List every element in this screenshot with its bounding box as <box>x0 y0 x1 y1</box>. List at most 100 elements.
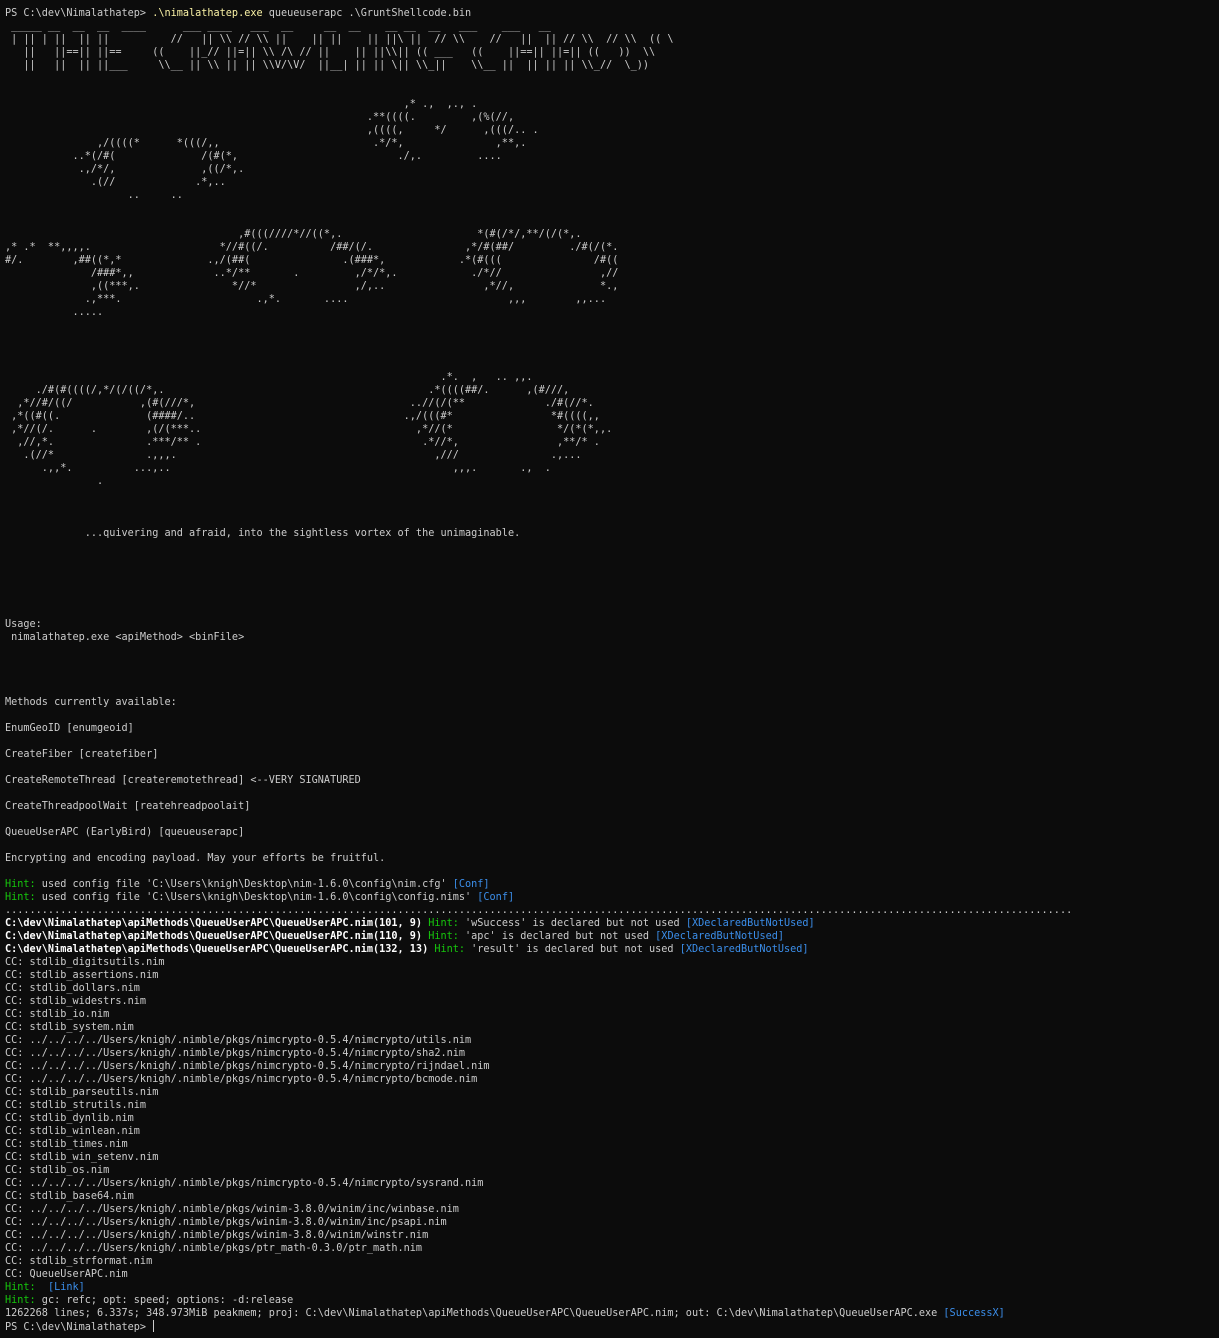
terminal-line: CC: ../../../../Users/knigh/.nimble/pkgs… <box>5 1034 1215 1047</box>
terminal-line: CC: ../../../../Users/knigh/.nimble/pkgs… <box>5 1216 1215 1229</box>
terminal-text-segment: CC: QueueUserAPC.nim <box>5 1269 128 1280</box>
text-cursor <box>153 1320 155 1332</box>
terminal-text-segment: CC: ../../../../Users/knigh/.nimble/pkgs… <box>5 1061 490 1072</box>
terminal-text-segment: ./#(#((((/,*/(/((/*,. .*((((##/. ,(#///, <box>5 385 570 396</box>
terminal-text-segment: ,#(((////*//((*,. *(#(/*/,**/(/(*,. <box>5 229 582 240</box>
terminal-text-segment: .(// .*,.. <box>5 177 226 188</box>
terminal-text-segment: [XDeclaredButNotUsed] <box>679 944 809 955</box>
terminal-text-segment: Hint: <box>428 931 459 942</box>
terminal-text-segment: Usage: <box>5 619 42 630</box>
terminal-text-segment: 'apc' is declared but not used <box>458 931 656 942</box>
terminal-line: CC: stdlib_dollars.nim <box>5 982 1215 995</box>
terminal-line: CC: ../../../../Users/knigh/.nimble/pkgs… <box>5 1177 1215 1190</box>
terminal-line: ,*//#/((/ ,(#(///*, ..//(/(** ./#(//*. <box>5 397 1215 410</box>
terminal-line: CreateRemoteThread [createremotethread] … <box>5 774 1215 787</box>
terminal-line: CC: stdlib_times.nim <box>5 1138 1215 1151</box>
terminal-text-segment: ...quivering and afraid, into the sightl… <box>5 528 521 539</box>
terminal-line: ...quivering and afraid, into the sightl… <box>5 527 1215 540</box>
terminal-text-segment: [Conf] <box>452 879 490 890</box>
terminal-line: CC: ../../../../Users/knigh/.nimble/pkgs… <box>5 1073 1215 1086</box>
terminal-text-segment: CC: stdlib_strformat.nim <box>5 1256 153 1267</box>
terminal-line: PS C:\dev\Nimalathatep> <box>5 1320 1215 1333</box>
terminal-line: || || || ||___ \\__ || \\ || || \\V/\V/ … <box>5 59 1215 72</box>
terminal-text-segment: CC: stdlib_io.nim <box>5 1009 110 1020</box>
terminal-text-segment: .,***. .,*. .... ,,, ,,... <box>5 294 607 305</box>
terminal-text-segment: .,/*/, ,((/*,. <box>5 164 245 175</box>
terminal-line: C:\dev\Nimalathatep\apiMethods\QueueUser… <box>5 917 1215 930</box>
terminal-line: || ||==|| ||== (( ||_// ||=|| \\ /\ // |… <box>5 46 1215 59</box>
terminal-line: Methods currently available: <box>5 696 1215 709</box>
terminal-text-segment: .(//* .,,,. ,/// .,... <box>5 450 582 461</box>
terminal-text-segment: nimalathatep.exe <apiMethod> <binFile> <box>5 632 245 643</box>
terminal-text-segment: QueueUserAPC (EarlyBird) [queueuserapc] <box>5 827 245 838</box>
terminal-line: CC: stdlib_dynlib.nim <box>5 1112 1215 1125</box>
terminal-line: _____ __ __ __ ____ ___ ____ ___ __ __ _… <box>5 20 1215 33</box>
terminal-text-segment: CC: stdlib_strutils.nim <box>5 1100 147 1111</box>
terminal-line: CC: stdlib_win_setenv.nim <box>5 1151 1215 1164</box>
terminal-text-segment: ,* ., ,., . <box>5 99 478 110</box>
terminal-text-segment: || || || ||___ \\__ || \\ || || \\V/\V/ … <box>5 60 650 71</box>
terminal-text-segment: ..*(/#( /(#(*, ./,. .... <box>5 151 502 162</box>
terminal-line: nimalathatep.exe <apiMethod> <binFile> <box>5 631 1215 644</box>
terminal-text-segment: CC: stdlib_assertions.nim <box>5 970 159 981</box>
terminal-line: 1262268 lines; 6.337s; 348.973MiB peakme… <box>5 1307 1215 1320</box>
terminal-text-segment: CC: stdlib_digitsutils.nim <box>5 957 165 968</box>
terminal-line: ,* .* **,,,,. *//#((/. /##/(/. ,*/#(##/ … <box>5 241 1215 254</box>
terminal-text-segment: C:\dev\Nimalathatep\apiMethods\QueueUser… <box>5 918 429 929</box>
terminal-text-segment: CC: stdlib_dynlib.nim <box>5 1113 134 1124</box>
terminal-text-segment: C:\dev\Nimalathatep\apiMethods\QueueUser… <box>5 931 429 942</box>
terminal-line: CC: stdlib_strutils.nim <box>5 1099 1215 1112</box>
terminal-text-segment: CreateThreadpoolWait [reatehreadpoolait] <box>5 801 251 812</box>
terminal-text-segment: CC: ../../../../Users/knigh/.nimble/pkgs… <box>5 1074 478 1085</box>
terminal-output[interactable]: PS C:\dev\Nimalathatep> .\nimalathatep.e… <box>5 7 1215 1333</box>
terminal-line: CreateThreadpoolWait [reatehreadpoolait] <box>5 800 1215 813</box>
terminal-text-segment: ,*//#/((/ ,(#(///*, ..//(/(** ./#(//*. <box>5 398 594 409</box>
terminal-text-segment: #/. ,##((*,* .,/(##( .(###*, .*(#((( /#(… <box>5 255 619 266</box>
terminal-text-segment: EnumGeoID [enumgeoid] <box>5 723 134 734</box>
terminal-text-segment: CC: stdlib_winlean.nim <box>5 1126 140 1137</box>
terminal-line: ..... <box>5 306 1215 319</box>
terminal-text-segment: Hint: <box>5 879 36 890</box>
terminal-text-segment: 'result' is declared but not used <box>465 944 680 955</box>
terminal-text-segment: CC: ../../../../Users/knigh/.nimble/pkgs… <box>5 1217 447 1228</box>
terminal-text-segment: ,*//(/. . ,(/(***.. ,*//(* */(*(*,,. <box>5 424 613 435</box>
terminal-line: .. .. <box>5 189 1215 202</box>
terminal-line: ,((((, */ ,(((/.. . <box>5 124 1215 137</box>
terminal-text-segment: 'wSuccess' is declared but not used <box>458 918 686 929</box>
terminal-text-segment: _____ __ __ __ ____ ___ ____ ___ __ __ _… <box>5 21 551 32</box>
terminal-text-segment: ,((***,. *//* ,/,.. ,*//, *., <box>5 281 619 292</box>
terminal-text-segment: CC: stdlib_system.nim <box>5 1022 134 1033</box>
terminal-line: Hint: [Link] <box>5 1281 1215 1294</box>
terminal-line: | || | || || || // || \\ // \\ || || || … <box>5 33 1215 46</box>
terminal-text-segment: queueuserapc .\GruntShellcode.bin <box>262 8 472 19</box>
terminal-line: ,((***,. *//* ,/,.. ,*//, *., <box>5 280 1215 293</box>
terminal-text-segment: used config file 'C:\Users\knigh\Desktop… <box>35 879 453 890</box>
terminal-line: EnumGeoID [enumgeoid] <box>5 722 1215 735</box>
terminal-text-segment: CC: stdlib_times.nim <box>5 1139 128 1150</box>
terminal-text-segment: PS C:\dev\Nimalathatep> <box>5 8 153 19</box>
terminal-line: .,,*. ...,.. ,,,. ., . <box>5 462 1215 475</box>
terminal-line: CC: ../../../../Users/knigh/.nimble/pkgs… <box>5 1229 1215 1242</box>
terminal-line: CC: stdlib_strformat.nim <box>5 1255 1215 1268</box>
terminal-text-segment: [Link] <box>47 1282 85 1293</box>
terminal-text-segment: CreateFiber [createfiber] <box>5 749 159 760</box>
terminal-line: ........................................… <box>5 904 1215 917</box>
terminal-line: CC: ../../../../Users/knigh/.nimble/pkgs… <box>5 1203 1215 1216</box>
terminal-text-segment: [XDeclaredButNotUsed] <box>685 918 815 929</box>
terminal-line: /###*,, ..*/** . ,/*/*,. ./*// ,// <box>5 267 1215 280</box>
terminal-text-segment: CC: stdlib_dollars.nim <box>5 983 140 994</box>
